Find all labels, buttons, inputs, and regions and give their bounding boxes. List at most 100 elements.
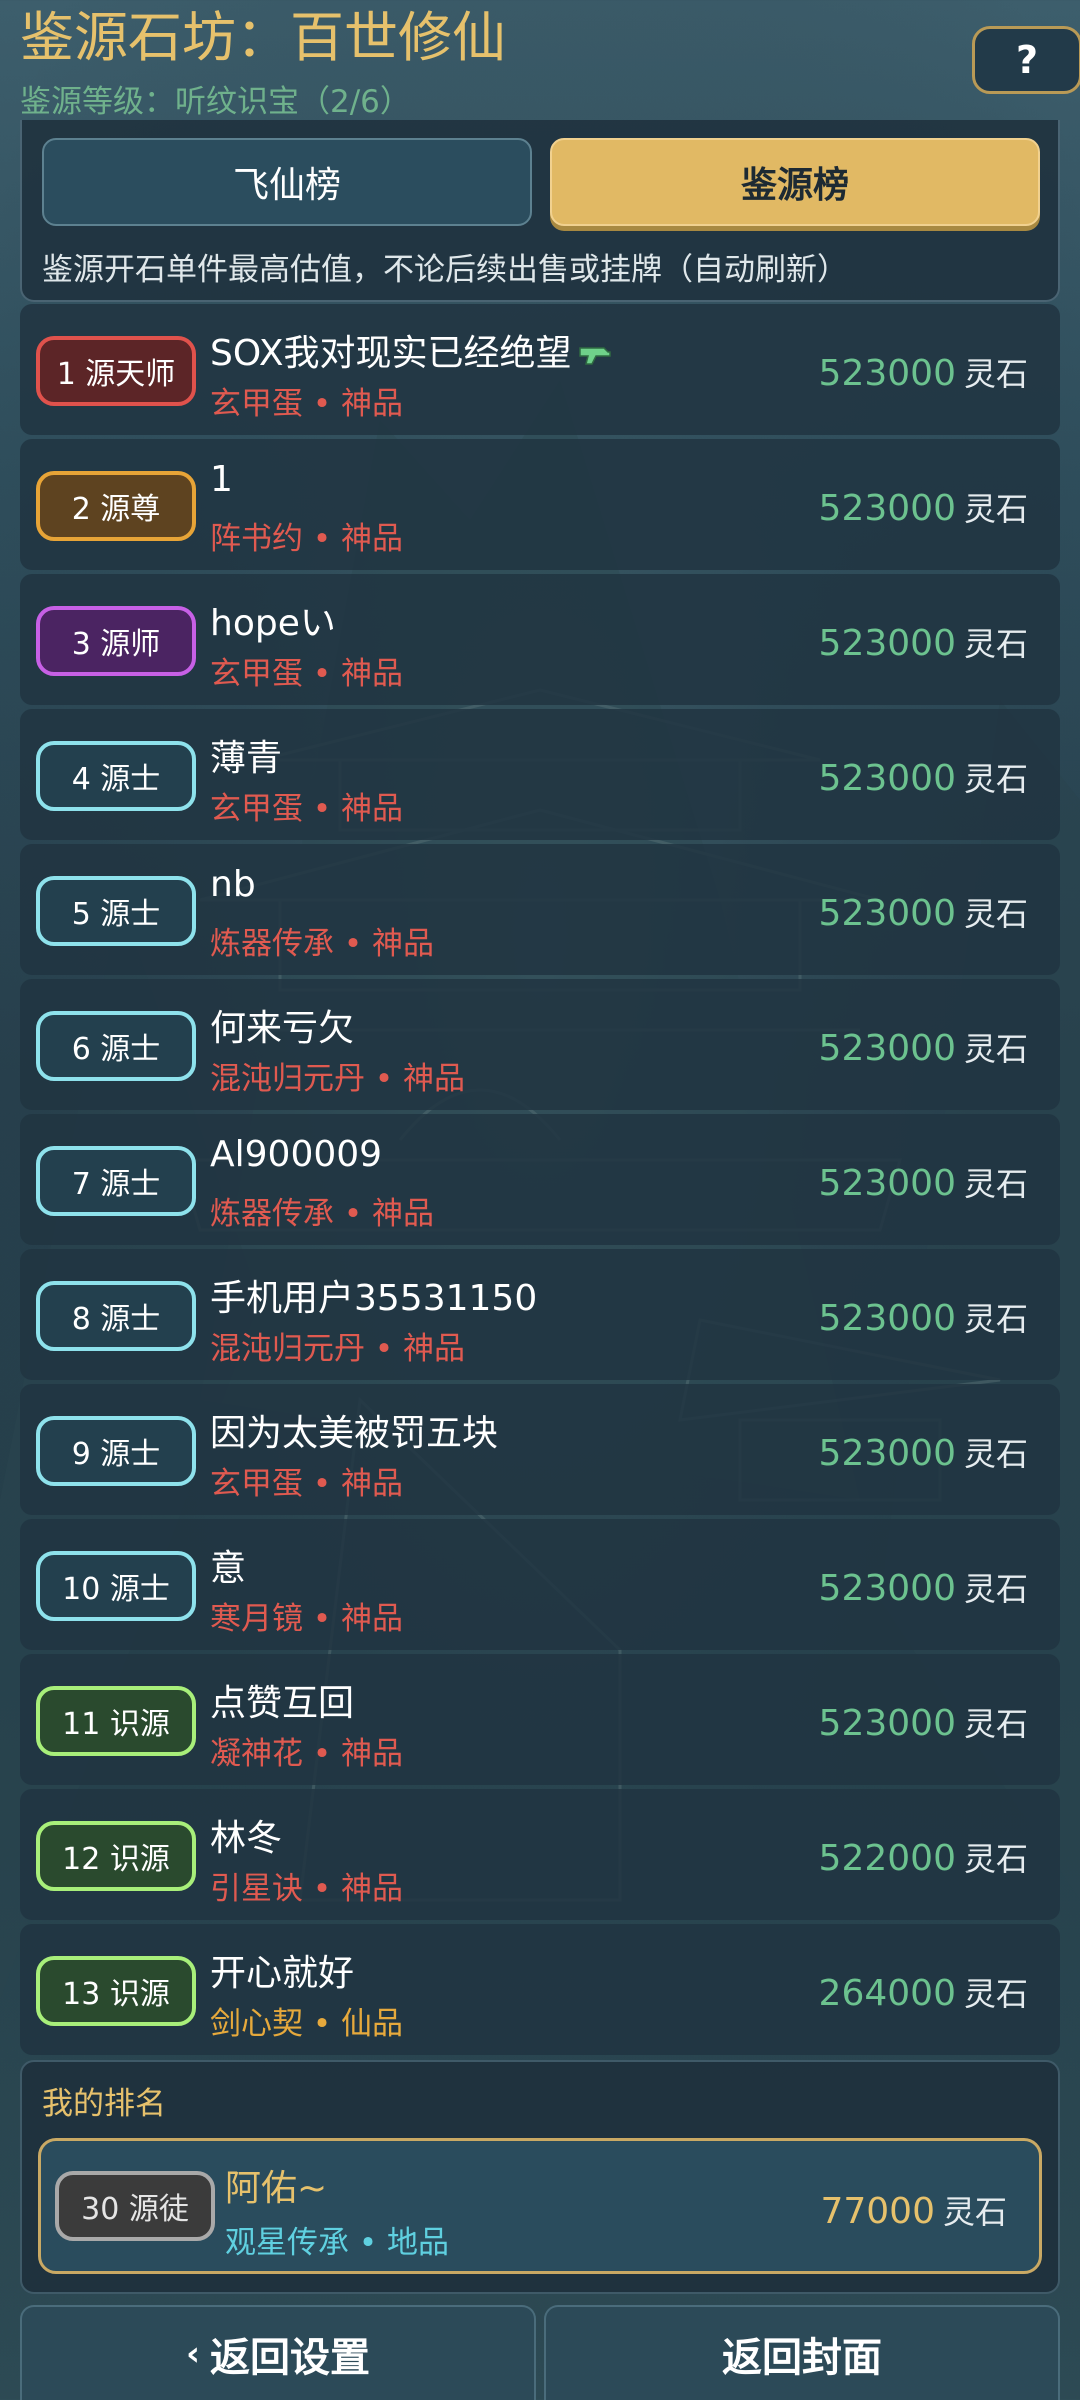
ranking-row[interactable]: 4 源士 薄青玄甲蛋 • 神品 523000 灵石 bbox=[20, 709, 1060, 840]
ranking-description: 鉴源开石单件最高估值，不论后续出售或挂牌（自动刷新） bbox=[42, 252, 848, 288]
rank-badge: 30 源徒 bbox=[55, 2171, 215, 2241]
my-ranking-panel: 我的排名 30 源徒 阿佑~ 观星传承 • 地品 77000 灵石 bbox=[20, 2060, 1060, 2294]
ranking-row[interactable]: 12 识源 林冬 引星诀 • 神品 522000 灵石 bbox=[20, 1789, 1060, 1920]
player-name-text: 因为太美被罚五块 bbox=[210, 1413, 499, 1454]
player-name: 林冬 bbox=[210, 1809, 282, 1861]
value: 523000 灵石 bbox=[819, 619, 1028, 665]
value-amount: 523000 bbox=[818, 488, 956, 529]
player-name: 薄青 bbox=[210, 729, 282, 781]
item-grade: 混沌归元丹 • 神品 bbox=[210, 1061, 465, 1097]
player-name: 因为太美被罚五块 bbox=[210, 1404, 498, 1456]
value: 523000 灵石 bbox=[819, 484, 1028, 530]
item-grade: 炼器传承 • 神品 bbox=[210, 926, 434, 962]
my-ranking-card[interactable]: 30 源徒 阿佑~ 观星传承 • 地品 77000 灵石 bbox=[38, 2138, 1042, 2274]
rank-badge: 11 识源 bbox=[36, 1686, 196, 1756]
player-name-text: 意 bbox=[210, 1548, 247, 1589]
value-amount: 523000 bbox=[818, 1703, 956, 1744]
rank-badge: 1 源天师 bbox=[36, 336, 196, 406]
value-unit: 灵石 bbox=[963, 355, 1028, 393]
value-amount: 523000 bbox=[818, 1433, 956, 1474]
value-amount: 523000 bbox=[818, 1298, 956, 1339]
tab-jianyuan-ranking[interactable]: 鉴源榜 bbox=[550, 138, 1040, 226]
ranking-row[interactable]: 13 识源 开心就好 剑心契 • 仙品 264000 灵石 bbox=[20, 1924, 1060, 2055]
tab-feixian-ranking[interactable]: 飞仙榜 bbox=[42, 138, 532, 226]
ranking-row[interactable]: 8 源士 手机用户35531150 混沌归元丹 • 神品 523000 灵石 bbox=[20, 1249, 1060, 1380]
value-amount: 264000 bbox=[818, 1973, 956, 2014]
player-name-text: SOX我对现实已经绝望 bbox=[210, 333, 572, 374]
value-unit: 灵石 bbox=[963, 760, 1028, 798]
value-unit: 灵石 bbox=[963, 1435, 1028, 1473]
ranking-row[interactable]: 11 识源 点赞互回凝神花 • 神品 523000 灵石 bbox=[20, 1654, 1060, 1785]
ranking-row[interactable]: 1 源天师 SOX我对现实已经绝望玄甲蛋 • 神品 523000 灵石 bbox=[20, 304, 1060, 435]
rank-badge: 5 源士 bbox=[36, 876, 196, 946]
value-unit: 灵石 bbox=[963, 1705, 1028, 1743]
value-amount: 523000 bbox=[818, 893, 956, 934]
leaderboard-header-panel: 飞仙榜 鉴源榜 鉴源开石单件最高估值，不论后续出售或挂牌（自动刷新） bbox=[20, 120, 1060, 302]
value-amount: 522000 bbox=[818, 1838, 956, 1879]
item-grade: 玄甲蛋 • 神品 bbox=[210, 791, 403, 827]
ranking-row[interactable]: 10 源士意寒月镜 • 神品 523000 灵石 bbox=[20, 1519, 1060, 1650]
value: 77000 灵石 bbox=[820, 2187, 1007, 2233]
player-name: hopeい bbox=[210, 594, 336, 646]
value-unit: 灵石 bbox=[963, 1165, 1028, 1203]
value-amount: 523000 bbox=[818, 1028, 956, 1069]
rank-badge: 4 源士 bbox=[36, 741, 196, 811]
ranking-row[interactable]: 7 源士 Al900009 炼器传承 • 神品 523000 灵石 bbox=[20, 1114, 1060, 1245]
rank-badge: 8 源士 bbox=[36, 1281, 196, 1351]
ranking-list[interactable]: 1 源天师 SOX我对现实已经绝望 玄甲蛋 • 神品 523000 灵石 2 源尊 1 阵书约… bbox=[20, 304, 1060, 2059]
item-grade: 阵书约 • 神品 bbox=[210, 521, 403, 557]
back-to-cover-button[interactable]: 返回封面 bbox=[544, 2305, 1060, 2400]
rank-badge: 2 源尊 bbox=[36, 471, 196, 541]
back-to-settings-label: 返回设置 bbox=[210, 2334, 370, 2381]
value: 523000 灵石 bbox=[819, 1294, 1028, 1340]
player-name: 阿佑~ bbox=[225, 2168, 328, 2209]
item-grade: 玄甲蛋 • 神品 bbox=[210, 656, 403, 692]
item-grade: 凝神花 • 神品 bbox=[210, 1736, 403, 1772]
item-grade: 引星诀 • 神品 bbox=[210, 1871, 403, 1907]
value-unit: 灵石 bbox=[963, 625, 1028, 663]
ranking-row[interactable]: 6 源士 何来亏欠混沌归元丹 • 神品 523000 灵石 bbox=[20, 979, 1060, 1110]
value: 264000 灵石 bbox=[819, 1969, 1028, 2015]
help-button[interactable]: ? bbox=[972, 26, 1080, 94]
value-unit: 灵石 bbox=[963, 490, 1028, 528]
appraisal-level: 鉴源等级：听纹识宝（2/6） bbox=[20, 84, 411, 120]
rank-badge: 7 源士 bbox=[36, 1146, 196, 1216]
player-name-text: 开心就好 bbox=[210, 1953, 355, 1994]
ranking-row[interactable]: 3 源师 hopeい玄甲蛋 • 神品 523000 灵石 bbox=[20, 574, 1060, 705]
player-name-text: Al900009 bbox=[210, 1134, 383, 1175]
player-name-text: 点赞互回 bbox=[210, 1683, 355, 1724]
player-name-text: 1 bbox=[210, 459, 233, 500]
rank-badge: 3 源师 bbox=[36, 606, 196, 676]
player-name-text: 薄青 bbox=[210, 738, 283, 779]
item-grade: 寒月镜 • 神品 bbox=[210, 1601, 403, 1637]
item-grade: 剑心契 • 仙品 bbox=[210, 2006, 403, 2042]
player-name: 手机用户35531150 bbox=[210, 1269, 537, 1321]
ranking-row[interactable]: 5 源士 nb 炼器传承 • 神品 523000 灵石 bbox=[20, 844, 1060, 975]
player-name: 点赞互回 bbox=[210, 1674, 354, 1726]
player-name-text: 何来亏欠 bbox=[210, 1008, 355, 1049]
value-unit: 灵石 bbox=[963, 1570, 1028, 1608]
ranking-row[interactable]: 9 源士 因为太美被罚五块 玄甲蛋 • 神品 523000 灵石 bbox=[20, 1384, 1060, 1515]
my-ranking-label: 我的排名 bbox=[42, 2086, 166, 2122]
value-unit: 灵石 bbox=[963, 1840, 1028, 1878]
ranking-row[interactable]: 2 源尊 1 阵书约 • 神品 523000 灵石 bbox=[20, 439, 1060, 570]
value-unit: 灵石 bbox=[963, 1300, 1028, 1338]
item-grade: 玄甲蛋 • 神品 bbox=[210, 386, 403, 422]
value-amount: 523000 bbox=[818, 1163, 956, 1204]
player-name: Al900009 bbox=[210, 1134, 382, 1175]
rank-badge: 6 源士 bbox=[36, 1011, 196, 1081]
player-name-text: 林冬 bbox=[210, 1818, 283, 1859]
player-name: SOX我对现实已经绝望 bbox=[210, 324, 612, 376]
value: 523000 灵石 bbox=[819, 349, 1028, 395]
player-name: 1 bbox=[210, 459, 233, 500]
player-name: 意 bbox=[210, 1539, 246, 1591]
value: 523000 灵石 bbox=[819, 1024, 1028, 1070]
value-amount: 523000 bbox=[818, 623, 956, 664]
value: 523000 灵石 bbox=[819, 754, 1028, 800]
rank-badge: 9 源士 bbox=[36, 1416, 196, 1486]
player-name-text: 手机用户35531150 bbox=[210, 1278, 538, 1319]
back-to-settings-button[interactable]: ‹ 返回设置 bbox=[20, 2305, 536, 2400]
value-amount: 77000 bbox=[820, 2191, 935, 2232]
item-grade: 混沌归元丹 • 神品 bbox=[210, 1331, 465, 1367]
rank-badge: 10 源士 bbox=[36, 1551, 196, 1621]
